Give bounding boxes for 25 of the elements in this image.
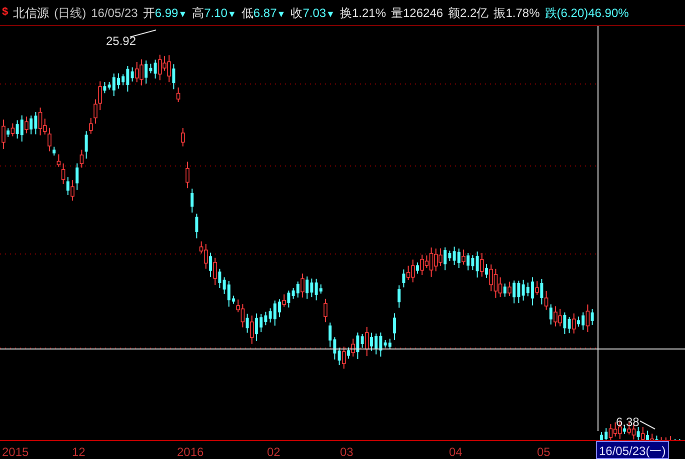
stock-marker: $ bbox=[2, 5, 8, 20]
leader-line bbox=[130, 30, 156, 38]
quote-value: 振1.78% bbox=[494, 4, 540, 22]
high-price-label: 25.92 bbox=[106, 33, 136, 50]
axis-label: 05 bbox=[537, 444, 550, 459]
axis-label: 02 bbox=[267, 444, 280, 459]
period-label: (日线) bbox=[54, 4, 86, 22]
quote-value: 低6.87▼ bbox=[241, 4, 286, 22]
quote-value: 额2.2亿 bbox=[448, 4, 489, 22]
quote-value: 量126246 bbox=[391, 4, 444, 22]
low-price-label: 6.38 bbox=[616, 414, 640, 431]
axis-label: 03 bbox=[340, 444, 354, 459]
quote-value: 开6.99▼ bbox=[142, 4, 188, 22]
quote-value: 跌(6.20)46.90% bbox=[544, 4, 629, 22]
axis-label: 04 bbox=[449, 444, 462, 459]
axis-label: 12 bbox=[72, 444, 86, 459]
cursor-date-label: 16/05/23(一) bbox=[596, 441, 669, 459]
axis-label: 2015 bbox=[2, 444, 29, 459]
leader-line bbox=[640, 420, 656, 430]
quote-value: 收7.03▼ bbox=[290, 4, 335, 22]
quote-date: 16/05/23 bbox=[91, 4, 138, 22]
quote-value: 高7.10▼ bbox=[192, 4, 236, 22]
axis-label: 2016 bbox=[177, 444, 204, 459]
stock-name: 北信源 bbox=[13, 4, 50, 22]
quote-value: 换1.21% bbox=[340, 4, 386, 22]
